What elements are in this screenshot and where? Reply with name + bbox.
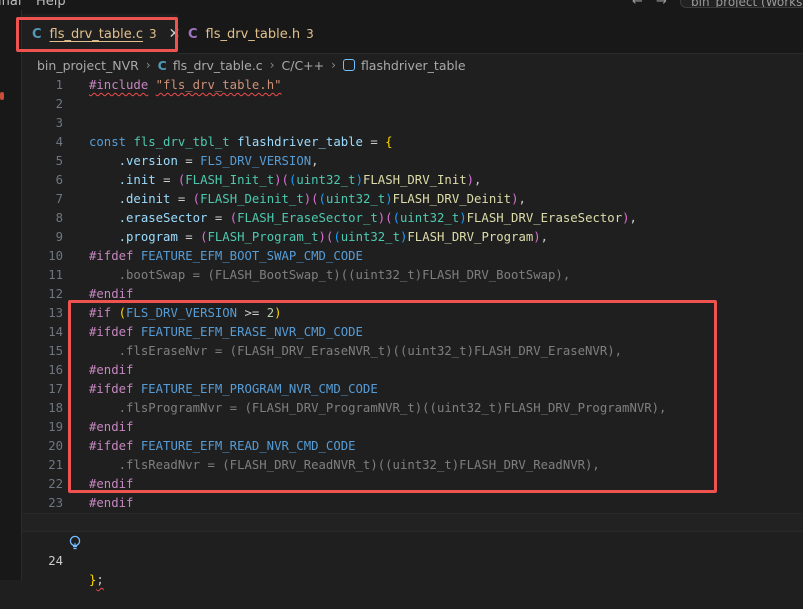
menu-item-help[interactable]: Help: [36, 0, 66, 9]
code-text: const fls_drv_tbl_t flashdriver_table = …: [89, 135, 393, 149]
code-line: 23 #endif: [22, 494, 803, 513]
line-number: 15: [48, 344, 63, 358]
line-number: 12: [48, 287, 63, 301]
code-text: #ifdef FEATURE_EFM_BOOT_SWAP_CMD_CODE: [89, 249, 363, 263]
code-text: .eraseSector = (FLASH_EraseSector_t)((ui…: [118, 211, 637, 225]
code-text: #include "fls_drv_table.h": [89, 78, 282, 92]
code-line: 8 .eraseSector = (FLASH_EraseSector_t)((…: [22, 209, 803, 228]
code-line: 12 #endif: [22, 285, 803, 304]
code-line: 14 #ifdef FEATURE_EFM_ERASE_NVR_CMD_CODE: [22, 323, 803, 342]
line-number: 23: [48, 496, 63, 510]
line-number: 24: [48, 554, 63, 568]
code-text: #ifdef FEATURE_EFM_PROGRAM_NVR_CMD_CODE: [89, 382, 378, 396]
chevron-right-icon: ›: [145, 58, 151, 72]
breadcrumb-file[interactable]: fls_drv_table.c: [173, 58, 263, 73]
h-file-icon: C: [188, 26, 198, 42]
code-line: 3: [22, 114, 803, 133]
code-line: 10 #ifdef FEATURE_EFM_BOOT_SWAP_CMD_CODE: [22, 247, 803, 266]
c-file-icon: C: [157, 57, 167, 73]
code-line: 1 #include "fls_drv_table.h": [22, 76, 803, 95]
line-number: 18: [48, 401, 63, 415]
code-line: 13 #if (FLS_DRV_VERSION >= 2): [22, 304, 803, 323]
code-text: .flsReadNvr = (FLASH_DRV_ReadNVR_t)((uin…: [89, 458, 600, 472]
chevron-right-icon: ›: [269, 58, 275, 72]
line-number: 2: [55, 97, 63, 111]
code-text: .flsProgramNvr = (FLASH_DRV_ProgramNVR_t…: [89, 401, 667, 415]
tab-label: fls_drv_table.c: [49, 26, 144, 42]
code-line: 20 #ifdef FEATURE_EFM_READ_NVR_CMD_CODE: [22, 437, 803, 456]
code-line: 7 .deinit = (FLASH_Deinit_t)((uint32_t)F…: [22, 190, 803, 209]
code-line: 6 .init = (FLASH_Init_t)((uint32_t)FLASH…: [22, 171, 803, 190]
activity-indicator: [0, 92, 4, 100]
line-number: 20: [48, 439, 63, 453]
editor-tab-bar: C fls_drv_table.c 3 ✕ C fls_drv_table.h …: [22, 10, 803, 54]
line-number: 14: [48, 325, 63, 339]
line-number: 5: [55, 154, 63, 168]
line-number: 13: [48, 306, 63, 320]
code-text: };: [89, 573, 104, 587]
breadcrumb: bin_project_NVR › C fls_drv_table.c › C/…: [37, 56, 466, 74]
code-line: 17 #ifdef FEATURE_EFM_PROGRAM_NVR_CMD_COD…: [22, 380, 803, 399]
line-number: 7: [55, 192, 63, 206]
code-text: .deinit = (FLASH_Deinit_t)((uint32_t)FLA…: [118, 192, 526, 206]
code-line: 2: [22, 95, 803, 114]
line-number: 1: [55, 78, 63, 92]
c-file-icon: C: [32, 26, 42, 42]
code-text: #ifdef FEATURE_EFM_ERASE_NVR_CMD_CODE: [89, 325, 363, 339]
code-text: #endif: [89, 496, 134, 510]
code-line: 5 .version = FLS_DRV_VERSION,: [22, 152, 803, 171]
chevron-right-icon: ›: [331, 58, 336, 72]
tab-fls-drv-table-c[interactable]: C fls_drv_table.c 3 ✕: [22, 14, 180, 54]
line-number: 6: [55, 173, 63, 187]
code-text: .version = FLS_DRV_VERSION,: [118, 154, 319, 168]
arrow-left-icon[interactable]: ←: [632, 0, 643, 9]
code-text: .init = (FLASH_Init_t)((uint32_t)FLASH_D…: [118, 173, 482, 187]
menu-bar: inal Help ← → bin_project (Workspace): [0, 0, 803, 10]
breadcrumb-language[interactable]: C/C++: [282, 58, 325, 73]
code-text: #endif: [89, 420, 134, 434]
code-line: 18 .flsProgramNvr = (FLASH_DRV_ProgramNV…: [22, 399, 803, 418]
activity-bar: [0, 10, 22, 580]
tab-fls-drv-table-h[interactable]: C fls_drv_table.h 3: [178, 14, 314, 54]
line-number: 21: [48, 458, 63, 472]
code-text: #endif: [89, 287, 134, 301]
code-line: 4 const fls_drv_tbl_t flashdriver_table =…: [22, 133, 803, 152]
code-editor[interactable]: 1 #include "fls_drv_table.h" 2 3 4 const f…: [22, 74, 803, 587]
code-text: #if (FLS_DRV_VERSION >= 2): [89, 306, 282, 320]
code-text: #endif: [89, 477, 134, 491]
code-line: 21 .flsReadNvr = (FLASH_DRV_ReadNVR_t)((…: [22, 456, 803, 475]
lightbulb-icon[interactable]: [22, 514, 81, 550]
code-line: 16 #endif: [22, 361, 803, 380]
symbol-variable-icon: [342, 59, 355, 71]
code-text: .bootSwap = (FLASH_BootSwap_t)((uint32_t…: [89, 268, 571, 282]
line-number: 17: [48, 382, 63, 396]
code-line: 22 #endif: [22, 475, 803, 494]
line-number: 4: [55, 135, 63, 149]
line-number: 8: [55, 211, 63, 225]
code-text: #endif: [89, 363, 134, 377]
line-number: 9: [55, 230, 63, 244]
arrow-right-icon[interactable]: →: [656, 0, 667, 9]
code-line: 9 .program = (FLASH_Program_t)((uint32_t…: [22, 228, 803, 247]
line-number: 11: [48, 268, 63, 282]
line-number: 3: [55, 116, 63, 130]
menu-item-terminal[interactable]: inal: [0, 0, 21, 9]
command-center[interactable]: bin_project (Workspace): [680, 0, 803, 8]
problem-count-badge: 3: [306, 27, 314, 41]
code-line: 19 #endif: [22, 418, 803, 437]
problem-count-badge: 3: [149, 27, 157, 41]
code-text: .flsEraseNvr = (FLASH_DRV_EraseNVR_t)((u…: [89, 344, 623, 358]
line-number: 19: [48, 420, 63, 434]
line-number: 16: [48, 363, 63, 377]
code-text: .program = (FLASH_Program_t)((uint32_t)F…: [118, 230, 549, 244]
code-line: 15 .flsEraseNvr = (FLASH_DRV_EraseNVR_t)…: [22, 342, 803, 361]
tab-label: fls_drv_table.h: [205, 26, 301, 42]
code-line-current: 24 };: [22, 513, 803, 587]
code-line: 11 .bootSwap = (FLASH_BootSwap_t)((uint3…: [22, 266, 803, 285]
breadcrumb-folder[interactable]: bin_project_NVR: [37, 58, 139, 73]
breadcrumb-symbol[interactable]: flashdriver_table: [361, 58, 466, 73]
code-text: #ifdef FEATURE_EFM_READ_NVR_CMD_CODE: [89, 439, 356, 453]
line-number: 22: [48, 477, 63, 491]
line-number: 10: [48, 249, 63, 263]
